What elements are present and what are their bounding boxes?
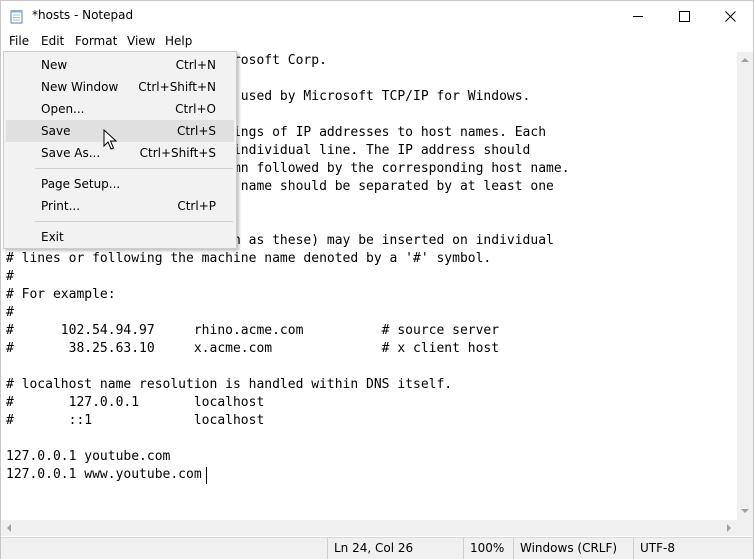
status-zoom: 100% [463,538,513,559]
status-cursor-position: Ln 24, Col 26 [327,538,463,559]
vertical-scrollbar[interactable] [737,52,753,520]
mouse-pointer-icon [103,129,117,150]
text-caret [206,467,207,484]
file-menu-save-as[interactable]: Save As... Ctrl+Shift+S [6,142,234,164]
file-menu-save[interactable]: Save Ctrl+S [6,120,234,142]
maximize-button[interactable] [661,1,707,31]
close-button[interactable] [707,1,753,31]
scrollbar-corner [737,520,753,536]
menu-separator [35,168,233,169]
file-menu-new-window[interactable]: New Window Ctrl+Shift+N [6,76,234,98]
maximize-icon [678,10,690,22]
minimize-button[interactable] [615,1,661,31]
title-bar[interactable]: *hosts - Notepad [1,1,753,32]
minimize-icon [632,15,643,17]
scroll-left-arrow-icon[interactable] [6,524,12,532]
menu-bar: File Edit Format View Help [1,32,753,52]
notepad-window: *hosts - Notepad File Edit Format View H… [0,0,754,559]
notepad-app-icon [10,10,23,24]
menu-view[interactable]: View [127,34,155,48]
file-menu-print[interactable]: Print... Ctrl+P [6,195,234,217]
file-menu-dropdown: New Ctrl+N New Window Ctrl+Shift+N Open.… [3,51,237,249]
menu-help[interactable]: Help [165,34,192,48]
scroll-down-arrow-icon[interactable] [741,508,749,514]
file-menu-new[interactable]: New Ctrl+N [6,54,234,76]
status-encoding: UTF-8 [633,538,753,559]
menu-separator [35,221,233,222]
file-menu-exit[interactable]: Exit [6,226,234,248]
file-menu-open[interactable]: Open... Ctrl+O [6,98,234,120]
close-icon [724,10,736,22]
window-title: *hosts - Notepad [32,8,134,22]
status-line-ending: Windows (CRLF) [513,538,633,559]
menu-format[interactable]: Format [75,34,117,48]
menu-file[interactable]: File [9,34,29,48]
scroll-up-arrow-icon[interactable] [741,57,749,63]
file-menu-page-setup[interactable]: Page Setup... [6,173,234,195]
horizontal-scrollbar[interactable] [1,520,737,536]
status-bar: Ln 24, Col 26 100% Windows (CRLF) UTF-8 [1,537,753,559]
scroll-right-arrow-icon[interactable] [726,524,732,532]
menu-edit[interactable]: Edit [41,34,64,48]
